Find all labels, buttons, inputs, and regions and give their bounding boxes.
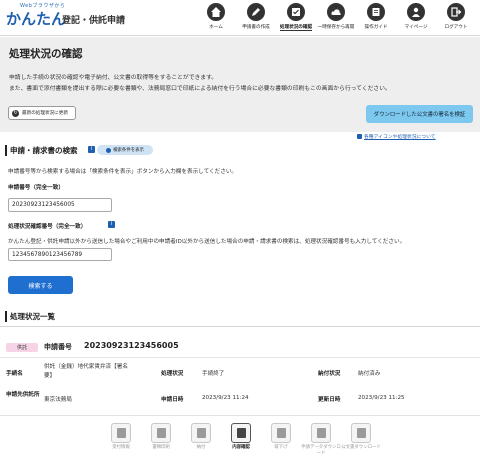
confirm-no-input[interactable]: 1234567890123456789 xyxy=(8,248,112,261)
logout-icon xyxy=(447,3,465,21)
action-print-label: 書類印刷 xyxy=(152,445,170,450)
download-data-icon xyxy=(311,423,331,443)
search-hint: 申請番号等から検索する場合は「検索条件を表示」ボタンから入力欄を表示してください… xyxy=(8,169,238,175)
appno-input[interactable]: 20230923123456005 xyxy=(8,198,112,212)
search-section-title: 申請・請求書の検索 xyxy=(5,145,78,156)
payment-label: 納付状況 xyxy=(318,371,341,377)
procedure-value: 供託（金銭）地代家賃弁済【署名要】 xyxy=(44,364,128,379)
nav-guide-label: 操作ガイド xyxy=(364,25,388,30)
logo-service-name: 登記・供託申請 xyxy=(62,16,126,26)
help-icon-confirm[interactable]: i xyxy=(108,221,115,228)
show-conditions-label: 検索条件を表示 xyxy=(113,148,144,153)
nav-status-label: 処理状況の確認 xyxy=(279,25,313,31)
nav-status[interactable]: 処理状況の確認 xyxy=(276,3,316,33)
action-download-doc-label: 公文書ダウンロード xyxy=(341,445,381,450)
office-label: 申請先供託所 xyxy=(6,392,40,398)
download-doc-icon xyxy=(351,423,371,443)
result-appno-label: 申請番号 xyxy=(44,343,72,351)
nav-create[interactable]: 申請書の作成 xyxy=(236,3,276,33)
nav-resume[interactable]: 一時保存から再開 xyxy=(316,3,356,33)
results-section-title: 処理状況一覧 xyxy=(5,311,55,322)
applied-value: 2023/9/23 11:24 xyxy=(202,395,249,401)
nav-home[interactable]: ホーム xyxy=(196,3,236,33)
search-button[interactable]: 検索する xyxy=(8,276,73,294)
cloud-icon xyxy=(327,3,345,21)
logo-kana: かんたん xyxy=(6,10,67,28)
action-print[interactable]: 書類印刷 xyxy=(141,423,181,457)
user-icon xyxy=(407,3,425,21)
updated-value: 2023/9/23 11:25 xyxy=(358,395,405,401)
action-content-check[interactable]: 内容確認 xyxy=(221,423,261,457)
info-square-icon xyxy=(357,134,362,139)
print-icon xyxy=(151,423,171,443)
nav-logout[interactable]: ログアウト xyxy=(436,3,476,33)
intro-text-1: 申請した手続の状況の確認や電子納付、公文書の取得等をすることができます。 xyxy=(9,75,218,81)
home-icon xyxy=(207,3,225,21)
section-divider xyxy=(0,326,480,327)
plus-circle-icon xyxy=(106,147,112,153)
procedure-label: 手続名 xyxy=(6,371,23,377)
receipt-icon xyxy=(111,423,131,443)
pencil-icon xyxy=(247,3,265,21)
nav-mypage[interactable]: マイページ xyxy=(396,3,436,33)
action-payment[interactable]: 納付 xyxy=(181,423,221,457)
nav-resume-label: 一時保存から再開 xyxy=(317,25,355,30)
refresh-icon: ↻ xyxy=(12,109,19,117)
intro-text-2: また、書面で添付書類を提出する際に必要な書類や、法務局窓口で印紙による納付を行う… xyxy=(9,86,391,92)
action-withdraw-label: 取下げ xyxy=(274,445,288,450)
action-download-data-label: 申請データダウンロード xyxy=(301,445,341,456)
site-logo[interactable]: Webブラウザから かんたん 登記・供託申請 xyxy=(4,2,134,34)
office-value: 東京法務局 xyxy=(44,397,72,403)
action-withdraw[interactable]: 取下げ xyxy=(261,423,301,457)
status-value: 手続終了 xyxy=(202,371,225,377)
payment-value: 納付済み xyxy=(358,371,381,377)
document-icon xyxy=(231,423,251,443)
applied-label: 申請日時 xyxy=(161,397,184,403)
nav-guide[interactable]: 操作ガイド xyxy=(356,3,396,33)
action-download-data[interactable]: 申請データダウンロード xyxy=(301,423,341,457)
refresh-status-button[interactable]: ↻ 最新の処理状況に更新 xyxy=(8,106,76,120)
action-receipt-label: 受付情報 xyxy=(112,445,130,450)
action-payment-label: 納付 xyxy=(196,445,206,450)
page-title: 処理状況の確認 xyxy=(9,48,83,60)
action-content-check-label: 内容確認 xyxy=(232,445,250,450)
type-badge: 供託 xyxy=(6,343,38,352)
icon-legend-link[interactable]: 各種アイコンや処理状況について xyxy=(357,133,436,140)
nav-home-label: ホーム xyxy=(209,25,223,30)
action-receipt[interactable]: 受付情報 xyxy=(101,423,141,457)
result-header-divider xyxy=(0,357,480,358)
nav-create-label: 申請書の作成 xyxy=(242,25,270,30)
help-icon[interactable]: i xyxy=(88,146,95,153)
payment-icon xyxy=(191,423,211,443)
book-icon xyxy=(367,3,385,21)
global-nav: ホーム 申請書の作成 処理状況の確認 一時保存から再開 操作ガイド マイページ … xyxy=(196,3,476,33)
refresh-status-label: 最新の処理状況に更新 xyxy=(22,111,68,116)
updated-label: 更新日時 xyxy=(318,397,341,403)
appno-field-label: 申請番号（完全一致） xyxy=(8,185,64,191)
status-label: 処理状況 xyxy=(161,371,184,377)
withdraw-icon xyxy=(271,423,291,443)
confirm-no-note: かんたん登記・供託申請以外から送信した場合やご利用中の申請者ID以外から送信した… xyxy=(8,239,406,245)
list-check-icon xyxy=(287,3,305,21)
action-bar-items: 受付情報 書類印刷 納付 内容確認 取下げ 申請データダウンロード 公文書ダウン… xyxy=(101,423,381,457)
header: Webブラウザから かんたん 登記・供託申請 ホーム 申請書の作成 処理状況の確… xyxy=(0,0,480,36)
show-conditions-button[interactable]: 検索条件を表示 xyxy=(97,145,153,155)
verify-signature-button[interactable]: ダウンロードした公文書の署名を検証 xyxy=(366,105,473,123)
confirm-no-field-label: 処理状況確認番号（完全一致） xyxy=(8,224,87,230)
action-download-doc[interactable]: 公文書ダウンロード xyxy=(341,423,381,457)
nav-mypage-label: マイページ xyxy=(404,25,428,30)
result-appno-value: 20230923123456005 xyxy=(84,341,179,350)
nav-logout-label: ログアウト xyxy=(444,25,468,30)
icon-legend-label: 各種アイコンや処理状況について xyxy=(364,135,436,140)
